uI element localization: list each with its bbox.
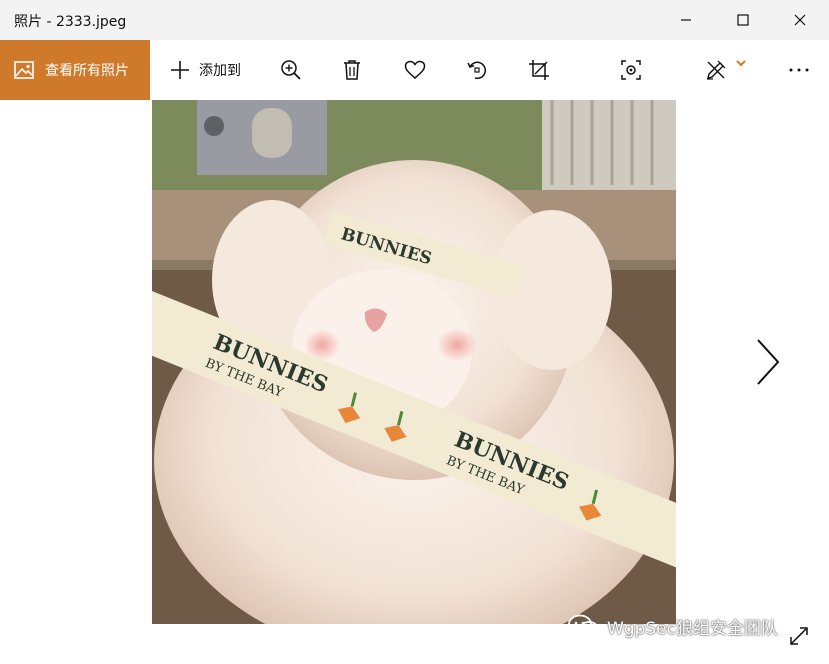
crop-icon: [529, 60, 549, 80]
photo-image: BUNNIES BUNNIES BY THE BAY BUNNIES BY TH…: [152, 100, 676, 624]
plus-icon: [171, 61, 189, 79]
title-bar: 照片 - 2333.jpeg: [0, 0, 829, 40]
more-button[interactable]: [778, 40, 820, 100]
heart-icon: [404, 60, 426, 79]
add-to-button[interactable]: 添加到: [160, 40, 250, 100]
minimize-button[interactable]: [657, 0, 714, 40]
expand-icon: [790, 627, 808, 645]
rotate-button[interactable]: [456, 40, 498, 100]
chevron-down-icon: [736, 60, 746, 67]
minimize-icon: [680, 19, 691, 21]
watermark-text: WgpSec狼组安全团队: [607, 618, 778, 639]
next-photo-button[interactable]: [748, 332, 788, 392]
close-icon: [794, 14, 805, 26]
edit-draw-icon: [707, 60, 726, 80]
zoom-in-icon: [281, 60, 301, 80]
crop-button[interactable]: [518, 40, 560, 100]
toolbar: 查看所有照片 添加到: [0, 40, 829, 100]
add-to-label: 添加到: [199, 63, 241, 79]
more-icon: [789, 68, 809, 72]
favorite-button[interactable]: [394, 40, 436, 100]
delete-icon: [344, 60, 360, 80]
wechat-icon: [568, 614, 599, 637]
window-title: 照片 - 2333.jpeg: [14, 14, 127, 30]
delete-button[interactable]: [331, 40, 373, 100]
full-screen-button[interactable]: [783, 620, 815, 652]
edit-create-button[interactable]: [696, 40, 756, 100]
maximize-icon: [736, 14, 749, 26]
image-icon: [14, 59, 36, 81]
chevron-right-icon: [757, 339, 780, 385]
spot-fix-button[interactable]: [610, 40, 652, 100]
view-all-photos-button[interactable]: 查看所有照片: [0, 40, 150, 100]
spot-fix-icon: [621, 60, 641, 80]
view-all-photos-label: 查看所有照片: [45, 63, 129, 79]
rotate-icon: [467, 61, 486, 80]
maximize-button[interactable]: [714, 0, 771, 40]
zoom-button[interactable]: [270, 40, 312, 100]
watermark: WgpSec狼组安全团队: [567, 612, 778, 640]
close-button[interactable]: [771, 0, 828, 40]
